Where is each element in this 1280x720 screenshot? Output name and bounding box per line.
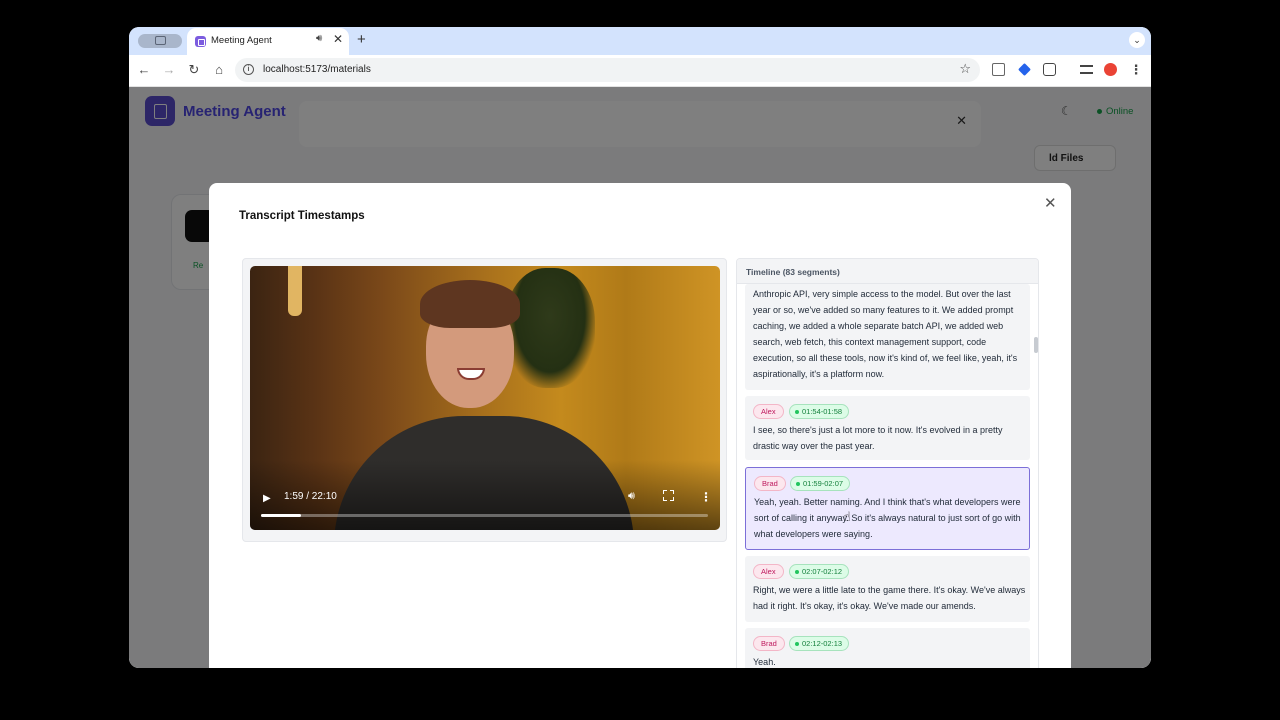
browser-menu-icon[interactable]: ⋮ [1128,62,1144,78]
transcript-segment[interactable]: Alex 02:07-02:12 Right, we were a little… [745,556,1030,622]
browser-tab[interactable]: Meeting Agent 🔊︎ ✕ [187,28,349,55]
speaker-badge: Alex [753,564,784,579]
browser-toolbar: ← → ↻ ⌂ i localhost:5173/materials ☆ ⋮ [129,55,1151,87]
media-control-icon[interactable] [1080,65,1093,74]
play-icon[interactable]: ▶ [263,493,271,504]
profile-avatar[interactable] [1104,63,1117,76]
seek-bar[interactable] [261,514,708,517]
home-icon[interactable]: ⌂ [211,62,227,77]
speaker-badge: Brad [754,476,786,491]
segment-text: Right, we were a little late to the game… [753,585,1026,611]
transcript-segment[interactable]: Anthropic API, very simple access to the… [745,284,1030,390]
address-bar[interactable]: i localhost:5173/materials ☆ [235,58,980,82]
video-player[interactable]: ▶ 1:59 / 22:10 🔊︎ ⋮ [250,266,720,530]
transcript-segment[interactable]: Brad 02:12-02:13 Yeah. [745,628,1030,668]
extensions-puzzle-icon[interactable] [1043,63,1056,76]
segment-text: Yeah, yeah. Better naming. And I think t… [754,497,1021,539]
plant [505,268,595,388]
tab-strip: Meeting Agent 🔊︎ ✕ + ⌄ [129,27,1151,55]
browser-window: Meeting Agent 🔊︎ ✕ + ⌄ ← → ↻ ⌂ i localho… [129,27,1151,668]
reload-icon[interactable]: ↻ [186,62,202,78]
tab-title: Meeting Agent [211,35,272,46]
video-panel: ▶ 1:59 / 22:10 🔊︎ ⋮ [242,258,727,542]
transcript-segment-active[interactable]: Brad 01:59-02:07 Yeah, yeah. Better nami… [745,467,1030,550]
segment-text: Yeah. [753,657,776,667]
site-info-icon[interactable]: i [243,64,254,75]
timestamp-badge[interactable]: 01:54-01:58 [789,404,850,419]
speaker-badge: Brad [753,636,785,651]
pointer-cursor-icon: ☝ [843,509,851,524]
timeline-scrollbar[interactable] [1034,337,1038,353]
timestamp-badge[interactable]: 01:59-02:07 [790,476,851,491]
fullscreen-icon[interactable] [663,490,674,501]
speaker-icon[interactable]: 🔊︎ [316,33,322,44]
time-display: 1:59 / 22:10 [284,491,337,502]
speaker-hair [420,280,520,328]
segment-text: Anthropic API, very simple access to the… [753,289,1018,379]
reading-list-icon[interactable] [992,63,1005,76]
back-arrow-icon[interactable]: ← [136,62,152,77]
segment-text: I see, so there's just a lot more to it … [753,425,1003,451]
transcript-segment[interactable]: Alex 01:54-01:58 I see, so there's just … [745,396,1030,460]
close-icon[interactable]: ✕ [1044,194,1057,212]
tab-search-icon [155,36,166,45]
timestamp-badge[interactable]: 02:07-02:12 [789,564,850,579]
new-tab-button[interactable]: + [357,31,366,48]
timestamp-badge[interactable]: 02:12-02:13 [789,636,850,651]
timeline-header: Timeline (83 segments) [737,259,1038,284]
volume-icon[interactable]: 🔊︎ [628,490,635,503]
forward-arrow-icon[interactable]: → [161,62,177,77]
speaker-badge: Alex [753,404,784,419]
extension-diamond-icon[interactable] [1018,63,1031,76]
lamp-light [288,266,302,316]
favicon-icon [195,36,206,47]
more-vertical-icon[interactable]: ⋮ [700,490,712,504]
app-background: Meeting Agent ✕ ☾ Online ld Files Re Tra… [129,87,1151,668]
url-text[interactable]: localhost:5173/materials [263,64,371,75]
tab-search-button[interactable] [138,34,182,48]
bookmark-star-icon[interactable]: ☆ [959,61,971,77]
tab-close-button[interactable]: ✕ [333,32,343,46]
seek-bar-progress [261,514,302,517]
transcript-modal: Transcript Timestamps ✕ ▶ 1:59 / 22:10 🔊… [209,183,1071,668]
chevron-down-icon[interactable]: ⌄ [1129,32,1145,48]
timeline-panel: Timeline (83 segments) Anthropic API, ve… [736,258,1039,668]
modal-title: Transcript Timestamps [239,210,365,222]
